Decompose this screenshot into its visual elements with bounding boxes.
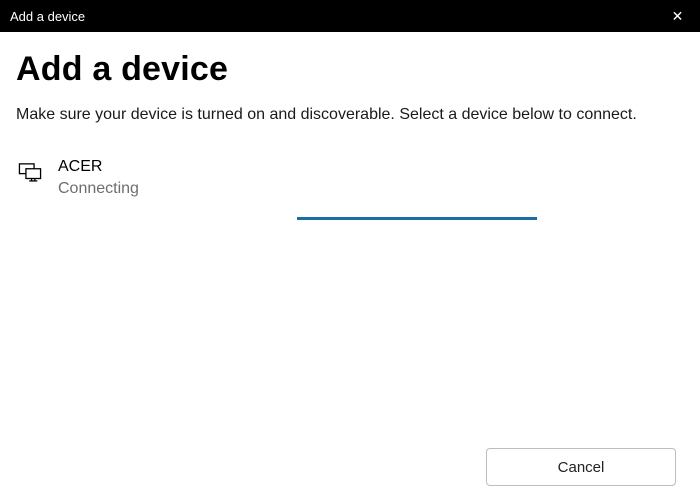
window-title: Add a device (10, 9, 85, 24)
device-row[interactable]: ACER Connecting (16, 150, 684, 205)
dialog-footer: Cancel (16, 434, 684, 500)
dialog-heading: Add a device (16, 50, 684, 89)
dialog-instruction: Make sure your device is turned on and d… (16, 103, 684, 126)
progress-indicator (297, 217, 537, 220)
displays-icon (16, 158, 44, 186)
close-icon: ✕ (672, 8, 684, 25)
device-info: ACER Connecting (58, 156, 139, 199)
titlebar: Add a device ✕ (0, 0, 700, 32)
device-status: Connecting (58, 178, 139, 200)
progress-track (16, 217, 684, 221)
cancel-button[interactable]: Cancel (486, 448, 676, 486)
close-button[interactable]: ✕ (655, 0, 700, 32)
dialog-content: Add a device Make sure your device is tu… (0, 32, 700, 500)
device-name: ACER (58, 156, 139, 178)
